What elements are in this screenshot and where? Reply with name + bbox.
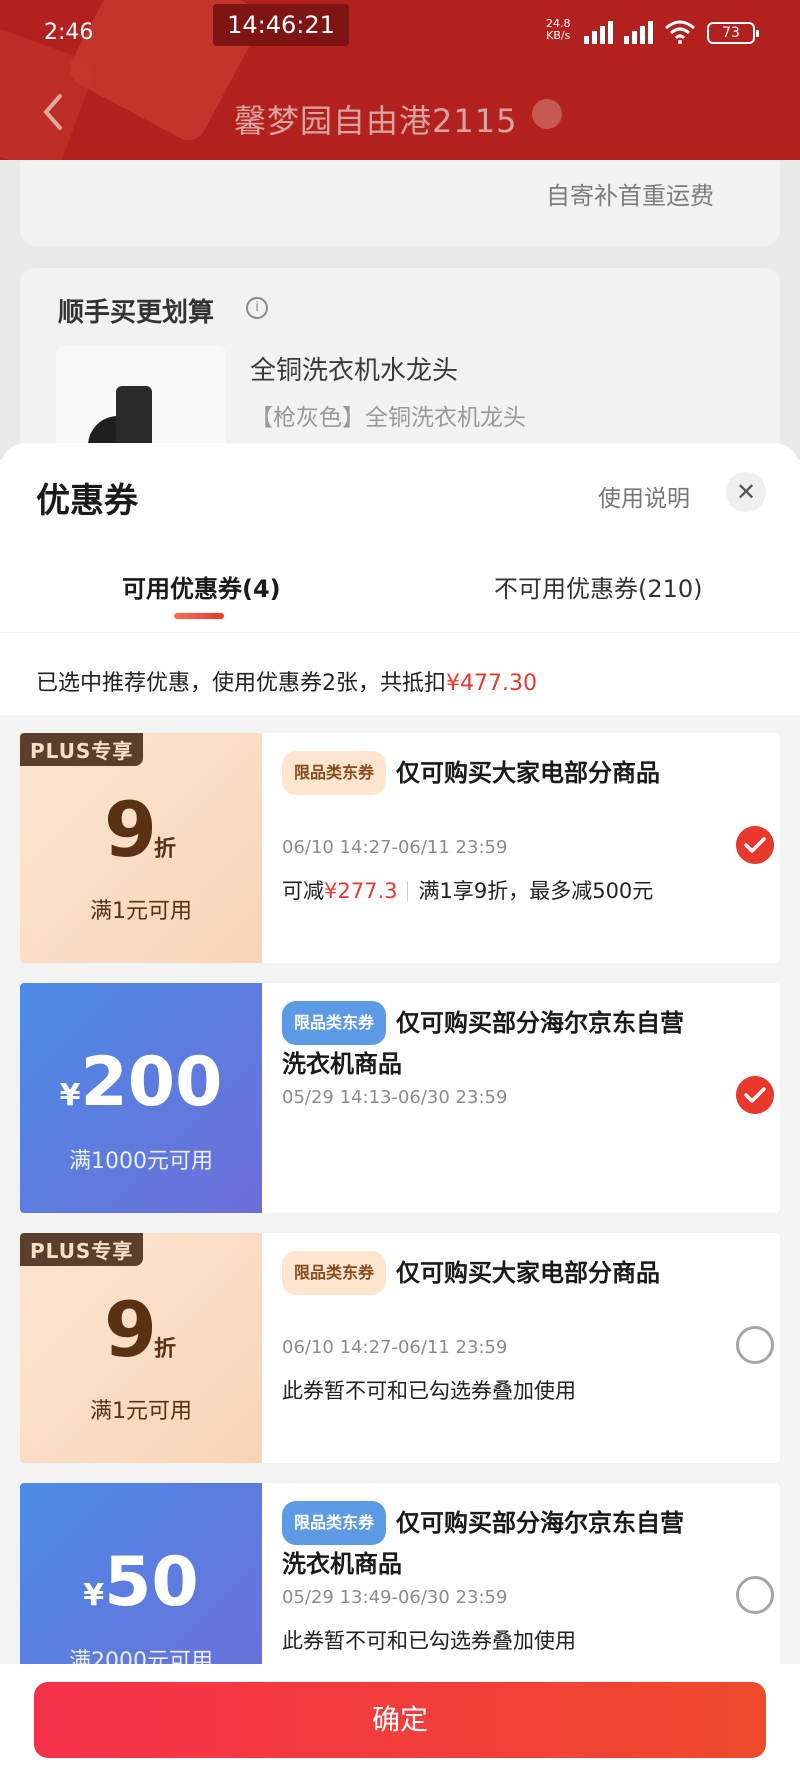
coupon-condition: 满1000元可用 <box>69 1149 213 1174</box>
coupon-list: PLUS专享 9 折 满1元可用 限品类东券 仅可购买大家电部分商品 06/10 … <box>0 715 800 1705</box>
coupon-note: 此券暂不可和已勾选券叠加使用 <box>282 1379 576 1403</box>
coupon-details: 限品类东券 仅可购买大家电部分商品 06/10 14:27-06/11 23:59… <box>282 733 780 963</box>
close-icon: ✕ <box>735 478 757 506</box>
coupon-amount: ¥200 <box>59 1043 223 1122</box>
location-pin-icon[interactable] <box>532 99 562 129</box>
coupon-value-panel: PLUS专享 9 折 满1元可用 <box>20 1233 262 1463</box>
coupon-savings: 可减¥277.3 满1享9折，最多减500元 <box>282 879 654 903</box>
discount-unit: 折 <box>154 1337 177 1362</box>
coupon-amount: ¥50 <box>83 1543 199 1622</box>
coupon-card[interactable]: ¥200 满1000元可用 限品类东券 仅可购买部分海尔京东自营洗衣机商品 05/… <box>20 983 780 1213</box>
sheet-title: 优惠券 <box>36 481 138 521</box>
discount-value: 9 <box>104 1285 157 1374</box>
category-badge: 限品类东券 <box>282 1251 387 1295</box>
status-bar: 2:46 14:46:21 24.8 KB/s 73 <box>0 0 800 66</box>
summary-amount: ¥477.30 <box>446 671 537 696</box>
addon-section-title: 顺手买更划算 <box>58 298 215 328</box>
discount-value: 9 <box>104 785 157 874</box>
selection-summary: 已选中推荐优惠，使用优惠券2张，共抵扣¥477.30 <box>36 671 537 696</box>
active-tab-indicator <box>174 613 224 619</box>
coupon-condition: 满1元可用 <box>90 899 192 924</box>
category-badge: 限品类东券 <box>282 751 387 795</box>
coupon-validity: 05/29 13:49-06/30 23:59 <box>282 1587 508 1608</box>
usage-instructions-link[interactable]: 使用说明 <box>598 479 690 513</box>
info-icon: i <box>246 297 268 319</box>
back-arrow-icon[interactable] <box>38 92 68 132</box>
coupon-details: 限品类东券 仅可购买大家电部分商品 06/10 14:27-06/11 23:59… <box>282 1233 780 1463</box>
coupon-title: 限品类东券 仅可购买部分海尔京东自营洗衣机商品 <box>282 1501 702 1583</box>
top-header: 2:46 14:46:21 24.8 KB/s 73 馨梦园自由港2115 <box>0 0 800 160</box>
coupon-details: 限品类东券 仅可购买部分海尔京东自营洗衣机商品 05/29 14:13-06/30… <box>282 983 780 1213</box>
shipping-card: 自寄补首重运费 <box>20 150 780 246</box>
category-badge: 限品类东券 <box>282 1501 387 1545</box>
coupon-card[interactable]: PLUS专享 9 折 满1元可用 限品类东券 仅可购买大家电部分商品 06/10 … <box>20 733 780 963</box>
battery-icon: 73 <box>707 22 759 44</box>
coupon-title: 限品类东券 仅可购买部分海尔京东自营洗衣机商品 <box>282 1001 702 1083</box>
coupon-condition: 满1元可用 <box>90 1399 192 1424</box>
tab-available[interactable]: 可用优惠券(4) <box>122 569 281 604</box>
shipping-note: 自寄补首重运费 <box>546 182 714 210</box>
close-button[interactable]: ✕ <box>726 472 766 512</box>
product-spec: 【枪灰色】全铜洗衣机龙头 <box>250 405 526 431</box>
coupon-value-panel: ¥200 满1000元可用 <box>20 983 262 1213</box>
checked-icon[interactable] <box>736 1076 774 1114</box>
wifi-icon <box>665 20 695 44</box>
coupon-validity: 06/10 14:27-06/11 23:59 <box>282 837 508 858</box>
unchecked-icon[interactable] <box>736 1576 774 1614</box>
confirm-button[interactable]: 确定 <box>34 1682 766 1758</box>
sheet-footer: 确定 <box>0 1664 800 1777</box>
signal-icon <box>584 21 613 44</box>
coupon-note: 此券暂不可和已勾选券叠加使用 <box>282 1629 576 1653</box>
coupon-tabs: 可用优惠券(4) 不可用优惠券(210) <box>0 561 800 633</box>
addon-card: 顺手买更划算 i 全铜洗衣机水龙头 【枪灰色】全铜洗衣机龙头 <box>20 268 780 486</box>
tab-unavailable[interactable]: 不可用优惠券(210) <box>494 569 703 604</box>
checked-icon[interactable] <box>736 826 774 864</box>
status-time: 2:46 <box>44 20 94 45</box>
coupon-title: 限品类东券 仅可购买大家电部分商品 <box>282 751 702 795</box>
category-badge: 限品类东券 <box>282 1001 387 1045</box>
discount-unit: 折 <box>154 837 177 862</box>
unchecked-icon[interactable] <box>736 1326 774 1364</box>
coupon-validity: 06/10 14:27-06/11 23:59 <box>282 1337 508 1358</box>
plus-badge: PLUS专享 <box>20 1233 144 1266</box>
coupon-value-panel: PLUS专享 9 折 满1元可用 <box>20 733 262 963</box>
network-speed: 24.8 KB/s <box>546 17 571 42</box>
coupon-sheet: 优惠券 使用说明 ✕ 可用优惠券(4) 不可用优惠券(210) 已选中推荐优惠，… <box>0 443 800 1777</box>
screen-clock: 14:46:21 <box>213 4 349 46</box>
product-name: 全铜洗衣机水龙头 <box>250 356 459 386</box>
coupon-validity: 05/29 14:13-06/30 23:59 <box>282 1087 508 1108</box>
address-title[interactable]: 馨梦园自由港2115 <box>234 96 517 142</box>
coupon-card[interactable]: PLUS专享 9 折 满1元可用 限品类东券 仅可购买大家电部分商品 06/10 … <box>20 1233 780 1463</box>
signal-icon <box>624 21 653 44</box>
plus-badge: PLUS专享 <box>20 733 144 766</box>
coupon-title: 限品类东券 仅可购买大家电部分商品 <box>282 1251 702 1295</box>
